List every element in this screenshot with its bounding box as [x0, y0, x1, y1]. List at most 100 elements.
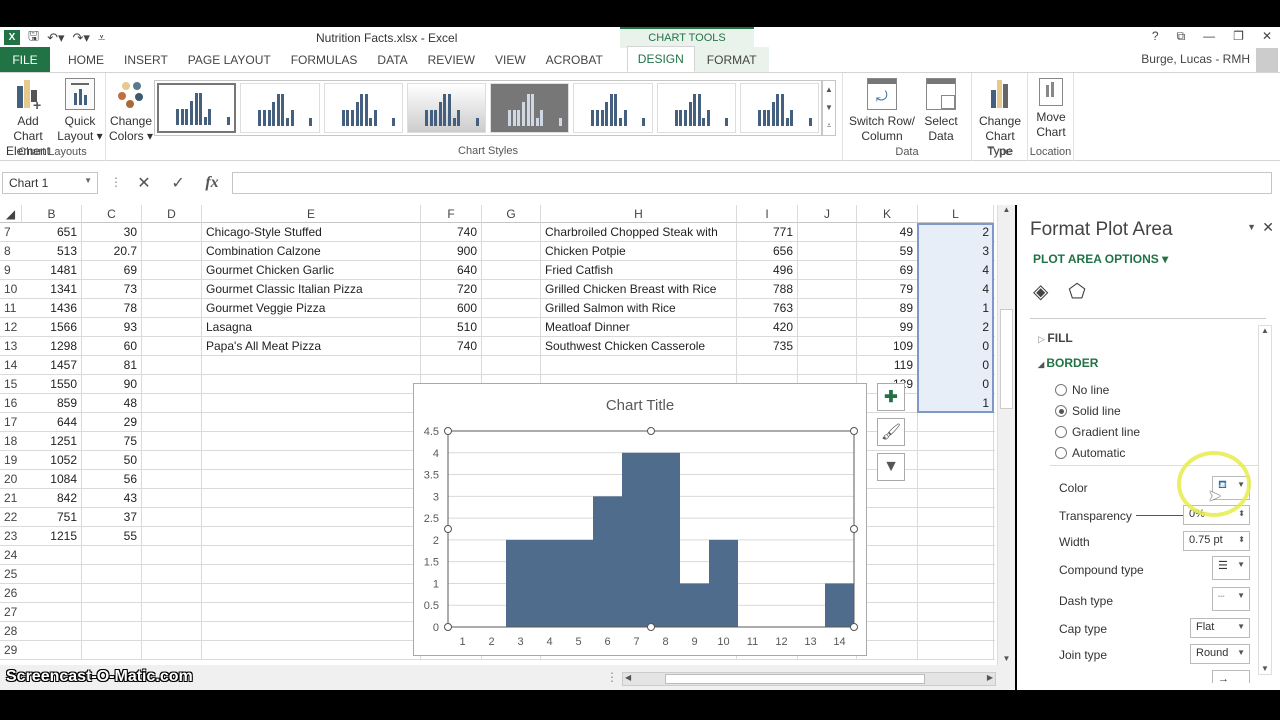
cell-D26[interactable] — [142, 584, 202, 603]
cell-F7[interactable]: 740 — [421, 223, 482, 242]
cell-J10[interactable] — [798, 280, 857, 299]
cell-E29[interactable] — [202, 641, 421, 660]
cell-B21[interactable]: 842 — [22, 489, 82, 508]
column-header-B[interactable]: B — [22, 205, 82, 223]
scroll-left-icon[interactable]: ◀ — [625, 673, 631, 682]
chart-filters-button[interactable]: ▼ — [877, 453, 905, 481]
user-name[interactable]: Burge, Lucas - RMH — [1141, 52, 1250, 66]
cell-C22[interactable]: 37 — [82, 508, 142, 527]
cell-I9[interactable]: 496 — [737, 261, 798, 280]
cell-D16[interactable] — [142, 394, 202, 413]
cell-C13[interactable]: 60 — [82, 337, 142, 356]
cell-F12[interactable]: 510 — [421, 318, 482, 337]
cell-F11[interactable]: 600 — [421, 299, 482, 318]
cell-E25[interactable] — [202, 565, 421, 584]
cell-H11[interactable]: Grilled Salmon with Rice — [541, 299, 737, 318]
cell-C18[interactable]: 75 — [82, 432, 142, 451]
cell-J13[interactable] — [798, 337, 857, 356]
cell-K14[interactable]: 119 — [857, 356, 918, 375]
row-header[interactable]: 9 — [0, 261, 22, 280]
resize-handle[interactable] — [647, 427, 655, 435]
column-header-K[interactable]: K — [857, 205, 918, 223]
radio-no-line[interactable]: No line — [1055, 383, 1109, 397]
cell-J12[interactable] — [798, 318, 857, 337]
cell-C19[interactable]: 50 — [82, 451, 142, 470]
chart-style-5[interactable] — [490, 83, 570, 133]
cell-B12[interactable]: 1566 — [22, 318, 82, 337]
cell-C11[interactable]: 78 — [82, 299, 142, 318]
cell-D7[interactable] — [142, 223, 202, 242]
cell-E28[interactable] — [202, 622, 421, 641]
row-header[interactable]: 22 — [0, 508, 22, 527]
cell-D17[interactable] — [142, 413, 202, 432]
join-type-dropdown[interactable]: Round ▼ — [1190, 644, 1250, 664]
scroll-up-icon[interactable]: ▲ — [998, 205, 1015, 214]
cell-J8[interactable] — [798, 242, 857, 261]
cell-C27[interactable] — [82, 603, 142, 622]
cell-C8[interactable]: 20.7 — [82, 242, 142, 261]
cell-E15[interactable] — [202, 375, 421, 394]
spinner-icon[interactable]: ⬍ — [1238, 535, 1245, 544]
drag-handle-icon[interactable]: ⋮ — [110, 175, 122, 189]
cell-B26[interactable] — [22, 584, 82, 603]
tab-format[interactable]: FORMAT — [694, 47, 769, 72]
cell-D23[interactable] — [142, 527, 202, 546]
move-chart-button[interactable]: Move Chart — [1028, 78, 1074, 140]
row-header[interactable]: 23 — [0, 527, 22, 546]
resize-handle[interactable] — [444, 623, 452, 631]
chart-style-8[interactable] — [739, 83, 820, 133]
gallery-more-icon[interactable]: ⩡ — [827, 121, 832, 131]
border-section[interactable]: ◢ BORDER — [1038, 356, 1098, 370]
compound-type-dropdown[interactable]: ☰ ▼ — [1212, 556, 1250, 580]
cell-B8[interactable]: 513 — [22, 242, 82, 261]
row-header[interactable]: 27 — [0, 603, 22, 622]
vertical-scrollbar[interactable]: ▲ ▼ — [997, 205, 1015, 665]
cell-E24[interactable] — [202, 546, 421, 565]
chart-elements-button[interactable]: ✚ — [877, 383, 905, 411]
cell-D18[interactable] — [142, 432, 202, 451]
cell-L21[interactable] — [918, 489, 994, 508]
cell-B10[interactable]: 1341 — [22, 280, 82, 299]
fill-line-icon[interactable]: ◈ — [1033, 279, 1048, 304]
cell-E10[interactable]: Gourmet Classic Italian Pizza — [202, 280, 421, 299]
cell-B7[interactable]: 651 — [22, 223, 82, 242]
cell-E20[interactable] — [202, 470, 421, 489]
undo-icon[interactable]: ↶▾ — [47, 30, 64, 46]
row-header[interactable]: 29 — [0, 641, 22, 660]
formula-input[interactable] — [232, 172, 1272, 194]
row-header[interactable]: 13 — [0, 337, 22, 356]
cell-L22[interactable] — [918, 508, 994, 527]
cell-C25[interactable] — [82, 565, 142, 584]
cell-L29[interactable] — [918, 641, 994, 660]
enter-icon[interactable]: ✓ — [171, 173, 184, 193]
tab-insert[interactable]: INSERT — [114, 47, 178, 72]
cell-F8[interactable]: 900 — [421, 242, 482, 261]
row-header[interactable]: 16 — [0, 394, 22, 413]
cell-J9[interactable] — [798, 261, 857, 280]
tab-file[interactable]: FILE — [0, 47, 50, 72]
name-box[interactable]: Chart 1 ▼ — [2, 172, 98, 194]
row-header[interactable]: 24 — [0, 546, 22, 565]
cell-K8[interactable]: 59 — [857, 242, 918, 261]
cell-E12[interactable]: Lasagna — [202, 318, 421, 337]
chart-style-4[interactable] — [406, 83, 487, 133]
row-header[interactable]: 11 — [0, 299, 22, 318]
cell-C24[interactable] — [82, 546, 142, 565]
cell-B14[interactable]: 1457 — [22, 356, 82, 375]
resize-handle[interactable] — [850, 427, 858, 435]
cell-H9[interactable]: Fried Catfish — [541, 261, 737, 280]
pane-options-icon[interactable]: ▼ — [1247, 222, 1256, 232]
change-colors-button[interactable]: Change Colors ▾ — [108, 78, 154, 144]
cell-J7[interactable] — [798, 223, 857, 242]
cell-D19[interactable] — [142, 451, 202, 470]
cell-L20[interactable] — [918, 470, 994, 489]
cell-E23[interactable] — [202, 527, 421, 546]
cell-G8[interactable] — [482, 242, 541, 261]
insert-function-icon[interactable]: fx — [205, 174, 218, 192]
resize-handle[interactable] — [850, 623, 858, 631]
row-header[interactable]: 12 — [0, 318, 22, 337]
width-input[interactable]: 0.75 pt ⬍ — [1183, 531, 1250, 551]
cell-F10[interactable]: 720 — [421, 280, 482, 299]
cell-E18[interactable] — [202, 432, 421, 451]
minimize-icon[interactable]: — — [1203, 29, 1215, 44]
